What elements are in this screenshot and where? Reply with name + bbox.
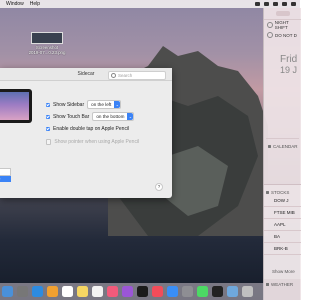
- airplay-icon[interactable]: [255, 2, 260, 6]
- sidebar-position-select[interactable]: on the left ⌄: [87, 100, 122, 109]
- show-touchbar-checkbox[interactable]: [46, 114, 50, 119]
- appstore-icon[interactable]: [167, 286, 178, 297]
- show-sidebar-label: Show Sidebar: [53, 101, 85, 108]
- show-pointer-checkbox[interactable]: [46, 139, 52, 145]
- show-more-link[interactable]: Show More: [272, 269, 295, 274]
- battery-icon[interactable]: [273, 2, 278, 6]
- device-option-selected[interactable]: rle: [0, 176, 11, 182]
- stocks-icon: [266, 191, 269, 194]
- sidebar-position-value: on the left: [91, 102, 112, 107]
- desktop-screenshot-file[interactable]: Screenshot 2019-07...0.23.png: [27, 32, 67, 55]
- dnd-label: DO NOT D: [275, 32, 297, 38]
- night-shift-label: NIGHT SHIFT: [274, 20, 289, 30]
- calendar-widget-title: CALENDAR: [268, 144, 299, 149]
- downloads-icon[interactable]: [227, 286, 238, 297]
- stocks-widget: STOCKS DOW J FTSE MIB AAPL BA BRK-B Show…: [264, 184, 301, 279]
- search-icon: [111, 72, 116, 78]
- safari-icon[interactable]: [32, 286, 43, 297]
- weather-widget-title: WEATHER: [266, 282, 293, 287]
- search-field[interactable]: Search: [108, 70, 166, 80]
- news-icon[interactable]: [152, 286, 163, 297]
- notification-center-icon[interactable]: [291, 2, 296, 6]
- notes-icon[interactable]: [77, 286, 88, 297]
- touchbar-position-value: on the bottom: [96, 114, 125, 119]
- notification-center: NIGHT SHIFT DO NOT D Frid 19 J CALENDAR …: [263, 8, 301, 300]
- sidecar-preferences-window: Sidecar Search Show Sidebar on the left …: [0, 68, 172, 198]
- weather-icon: [266, 283, 269, 286]
- stocks-label: STOCKS: [271, 190, 290, 195]
- weather-label: WEATHER: [271, 282, 294, 287]
- preferences-icon[interactable]: [182, 286, 193, 297]
- chevron-down-icon: ⌄: [127, 113, 134, 120]
- chevron-down-icon: ⌄: [114, 101, 121, 108]
- podcasts-icon[interactable]: [122, 286, 133, 297]
- menu-window[interactable]: Window: [6, 1, 24, 7]
- ipad-illustration: [0, 89, 32, 123]
- trash-icon[interactable]: [242, 286, 253, 297]
- stock-row[interactable]: DOW J: [264, 195, 301, 207]
- ipad-screen: [0, 92, 29, 120]
- dnd-toggle[interactable]: DO NOT D: [264, 30, 301, 40]
- double-tap-label: Enable double tap on Apple Pencil: [53, 126, 130, 132]
- menu-help[interactable]: Help: [30, 1, 40, 7]
- show-touchbar-row: Show Touch Bar on the bottom ⌄: [46, 112, 135, 121]
- device-option[interactable]: [0, 168, 11, 176]
- terminal-icon[interactable]: [212, 286, 223, 297]
- search-icon[interactable]: [282, 2, 287, 6]
- file-thumbnail: [31, 32, 63, 44]
- nc-day: Frid: [280, 54, 298, 65]
- show-sidebar-checkbox[interactable]: [46, 102, 50, 107]
- dock: [0, 283, 264, 300]
- calendar-widget: CALENDAR: [266, 138, 299, 181]
- touchbar-position-select[interactable]: on the bottom ⌄: [92, 112, 135, 121]
- tv-icon[interactable]: [137, 286, 148, 297]
- show-sidebar-row: Show Sidebar on the left ⌄: [46, 100, 122, 109]
- stock-row[interactable]: BRK-B: [264, 243, 301, 255]
- device-select-popup[interactable]: rle: [0, 168, 11, 182]
- double-tap-checkbox[interactable]: [46, 127, 50, 131]
- finder-icon[interactable]: [2, 286, 13, 297]
- show-pointer-label: Show pointer when using Apple Pencil: [54, 139, 140, 145]
- toggle-icon: [267, 32, 273, 38]
- stock-row[interactable]: BA: [264, 231, 301, 243]
- launchpad-icon[interactable]: [17, 286, 28, 297]
- photos-icon[interactable]: [47, 286, 58, 297]
- stock-row[interactable]: AAPL: [264, 219, 301, 231]
- nc-segment-control: [264, 8, 301, 20]
- calendar-label: CALENDAR: [273, 144, 298, 149]
- double-tap-row: Enable double tap on Apple Pencil: [46, 126, 129, 132]
- calendar-icon: [268, 145, 271, 148]
- facetime-icon[interactable]: [197, 286, 208, 297]
- show-pointer-row: Show pointer when using Apple Pencil: [46, 139, 139, 145]
- wifi-icon[interactable]: [264, 2, 269, 6]
- night-shift-toggle[interactable]: NIGHT SHIFT: [264, 20, 301, 30]
- menu-bar: Window Help: [0, 0, 300, 8]
- reminders-icon[interactable]: [92, 286, 103, 297]
- stock-row[interactable]: FTSE MIB: [264, 207, 301, 219]
- nc-date: 19 J: [280, 65, 298, 75]
- music-icon[interactable]: [107, 286, 118, 297]
- today-tab[interactable]: [275, 11, 290, 16]
- search-placeholder: Search: [118, 72, 133, 78]
- file-name-line2: 2019-07...0.23.png: [28, 50, 66, 55]
- menu-extras: [255, 0, 296, 8]
- calendar-icon[interactable]: [62, 286, 73, 297]
- window-titlebar: Sidecar Search: [0, 68, 172, 81]
- show-touchbar-label: Show Touch Bar: [53, 113, 90, 120]
- toggle-icon: [267, 22, 273, 28]
- help-button[interactable]: ?: [155, 183, 163, 191]
